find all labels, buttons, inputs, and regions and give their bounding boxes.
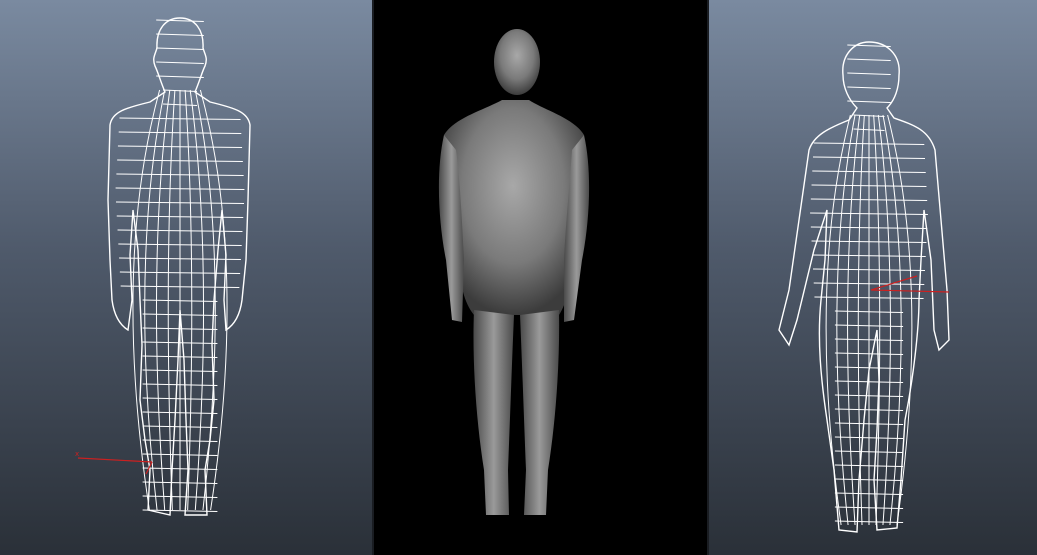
viewport-perspective-wireframe[interactable]: [709, 0, 1037, 555]
mesh-ring: [156, 33, 204, 36]
mesh-ring: [847, 72, 891, 75]
mesh-column: [825, 114, 851, 526]
mesh-ring: [847, 100, 891, 103]
viewport-shaded[interactable]: [374, 0, 707, 555]
z-axis-indicator: [870, 275, 918, 291]
left-leg: [473, 310, 514, 515]
mesh-column: [857, 114, 865, 526]
mesh-ring: [847, 58, 891, 61]
shaded-figure: [438, 29, 590, 515]
x-axis-label: x: [75, 450, 79, 458]
mesh-ring: [156, 75, 204, 78]
viewport-front-wireframe[interactable]: x: [0, 0, 372, 555]
mesh-column: [194, 89, 216, 511]
mesh-ring: [156, 61, 204, 64]
mesh-ring: [156, 19, 204, 22]
head: [494, 29, 540, 95]
mesh-ring: [847, 86, 891, 89]
mesh-column: [887, 114, 913, 526]
x-axis-indicator: [870, 289, 950, 293]
right-leg: [520, 310, 560, 515]
wireframe-figure-front: x: [75, 17, 251, 516]
mesh-column: [184, 89, 193, 511]
mesh-column: [882, 114, 902, 526]
mesh-ring: [156, 47, 204, 50]
wireframe-figure-perspective: [778, 41, 950, 533]
torso: [442, 100, 584, 315]
mesh-grid: [810, 44, 928, 526]
mesh-column: [836, 114, 856, 526]
x-axis-indicator: [77, 457, 153, 463]
